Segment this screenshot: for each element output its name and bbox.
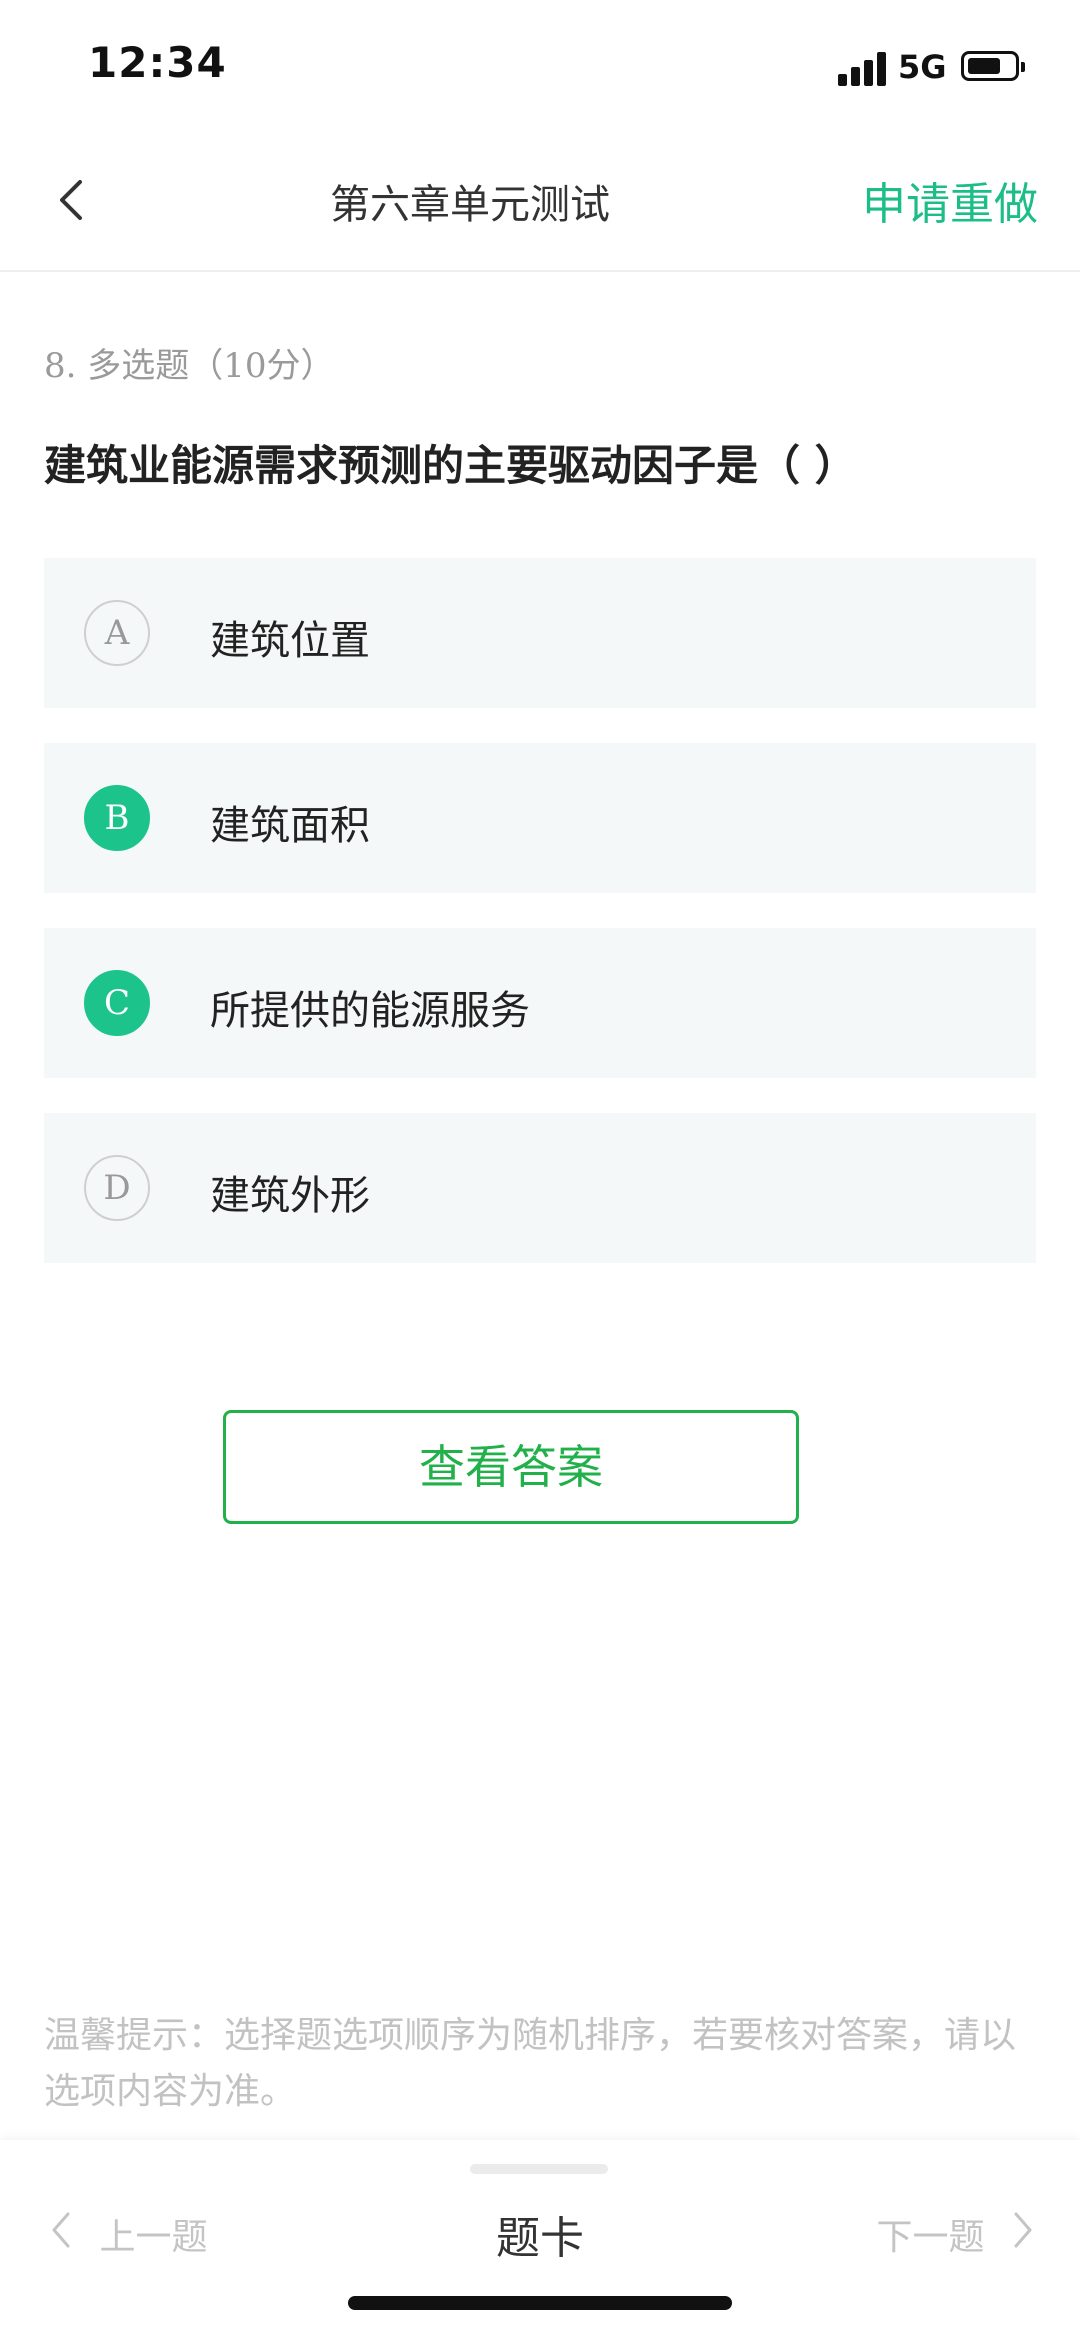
nav-header: 第六章单元测试 申请重做 bbox=[0, 130, 1080, 272]
next-question-button[interactable]: 下一题 bbox=[877, 2208, 1036, 2260]
option-b[interactable]: B 建筑面积 bbox=[44, 743, 1036, 893]
option-c[interactable]: C 所提供的能源服务 bbox=[44, 928, 1036, 1078]
question-meta: 8. 多选题（10分） bbox=[44, 346, 335, 386]
view-answer-button[interactable]: 查看答案 bbox=[223, 1410, 799, 1524]
option-letter: B bbox=[84, 785, 150, 851]
option-d[interactable]: D 建筑外形 bbox=[44, 1113, 1036, 1263]
option-a[interactable]: A 建筑位置 bbox=[44, 558, 1036, 708]
option-letter: C bbox=[84, 970, 150, 1036]
question-text: 建筑业能源需求预测的主要驱动因子是（ ） bbox=[44, 441, 857, 490]
status-time: 12:34 bbox=[88, 38, 227, 87]
option-letter: D bbox=[84, 1155, 150, 1221]
option-label: 建筑位置 bbox=[210, 618, 370, 664]
option-letter: A bbox=[84, 600, 150, 666]
battery-icon bbox=[961, 51, 1025, 81]
next-label: 下一题 bbox=[876, 2217, 985, 2258]
request-redo-button[interactable]: 申请重做 bbox=[862, 168, 1038, 232]
drag-handle[interactable] bbox=[470, 2164, 608, 2174]
signal-strength-icon bbox=[838, 52, 888, 86]
options-list: A 建筑位置 B 建筑面积 C 所提供的能源服务 D 建筑外形 bbox=[44, 558, 1036, 1298]
status-bar: 12:34 5G bbox=[0, 0, 1080, 130]
home-indicator[interactable] bbox=[348, 2296, 732, 2310]
option-label: 建筑外形 bbox=[210, 1173, 370, 1219]
page-title: 第六章单元测试 bbox=[330, 182, 610, 228]
tip-text: 温馨提示：选择题选项顺序为随机排序，若要核对答案，请以选项内容为准。 bbox=[44, 2015, 1017, 2112]
network-type: 5G bbox=[898, 48, 947, 86]
option-label: 建筑面积 bbox=[210, 803, 370, 849]
chevron-right-icon bbox=[1010, 2210, 1036, 2259]
option-label: 所提供的能源服务 bbox=[210, 988, 530, 1034]
